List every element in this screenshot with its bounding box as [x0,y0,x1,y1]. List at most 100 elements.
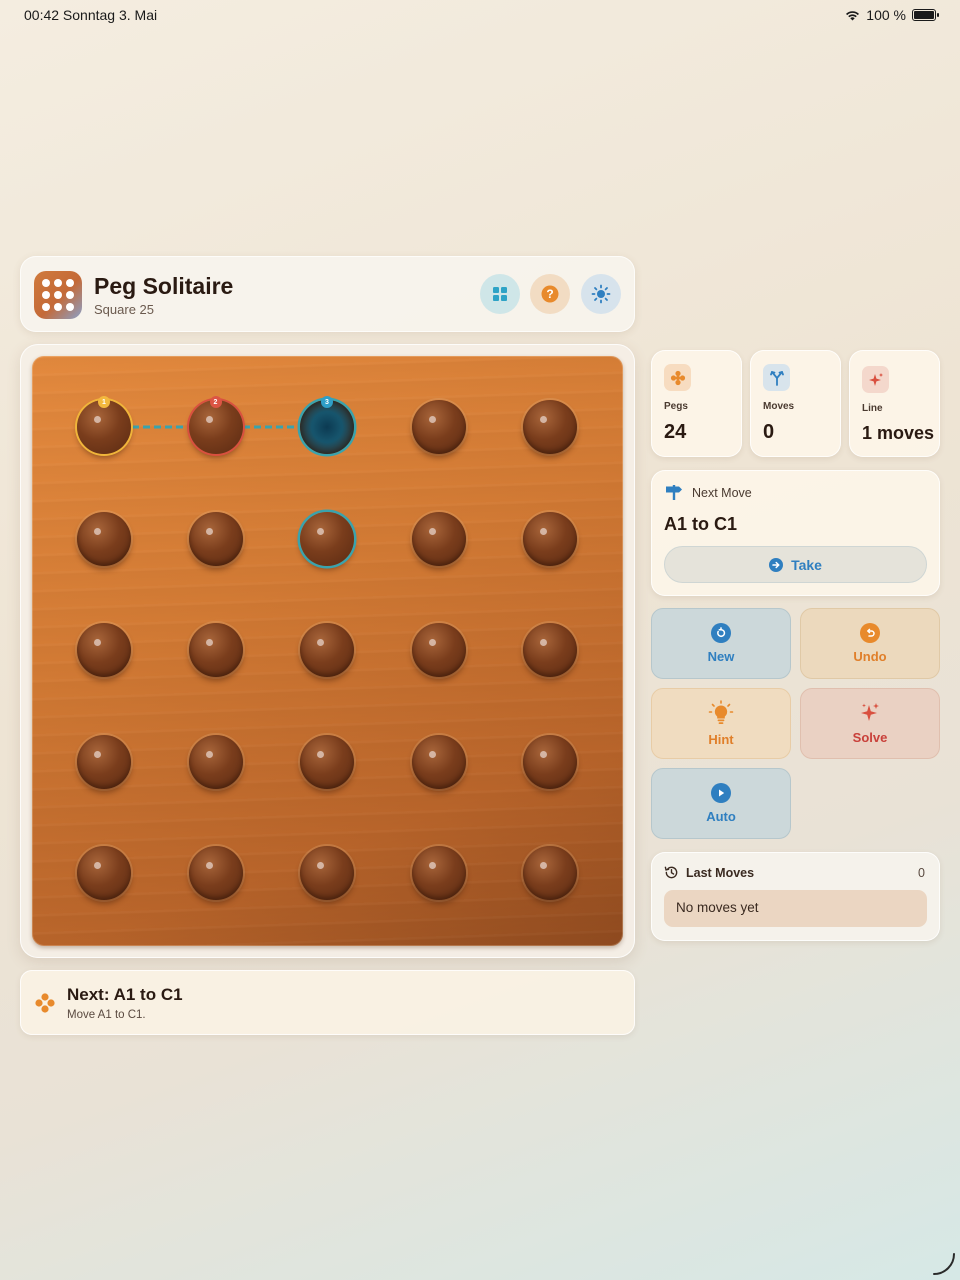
peg-shine [317,527,324,535]
peg-shine [94,862,101,869]
path-step-badge: 3 [321,396,333,408]
status-right: 100 % [845,7,939,23]
restart-icon [711,623,731,643]
peg-hole-r1c2[interactable]: 2 [188,396,243,454]
svg-text:?: ? [546,287,553,301]
grid-icon [493,287,507,301]
peg-hole-r2c4[interactable] [411,511,466,566]
peg-shine [317,639,324,646]
peg-shine [428,639,436,646]
game-board: 1 2 3 [32,356,623,946]
stat-value: 1 moves [862,423,935,443]
peg-shine [94,527,101,535]
stat-card-line: Line 1 moves [849,350,940,457]
peg-hole-r4c3[interactable] [300,734,354,789]
board-select-button[interactable] [480,274,520,314]
sparkles-icon [861,703,879,721]
peg-shine [317,862,324,869]
stat-card-moves: Moves 0 [750,350,841,457]
peg-shine [540,862,547,869]
peg-hole-r1c5[interactable] [523,400,577,454]
battery-percent: 100 % [866,7,906,23]
peg-hole-r5c1[interactable] [77,846,131,900]
solve-label: Solve [852,730,888,745]
help-button[interactable]: ? [530,274,570,314]
stat-label: Line [862,403,883,414]
stat-value: 0 [763,421,775,443]
last-moves-empty: No moves yet [664,890,927,927]
board-frame: 1 2 3 [20,344,635,958]
signpost-icon [666,485,682,500]
status-bar: 00:42 Sonntag 3. Mai 100 % [0,0,960,32]
peg-shine [428,750,436,758]
app-logo-icon [34,271,82,319]
peg-hole-r2c2[interactable] [188,511,243,566]
peg-shine [540,639,547,646]
peg-hole-r3c1[interactable] [77,623,131,677]
peg-hole-r5c5[interactable] [523,846,577,900]
peg-shine [205,527,213,535]
pegs-icon [664,364,691,391]
peg-shine [205,416,213,423]
peg-shine [94,416,101,423]
peg-shine [428,416,436,423]
next-hint-bar: Next: A1 to C1 Move A1 to C1. [20,970,635,1035]
peg-hole-r3c4[interactable] [411,623,466,677]
peg-hole-r2c3[interactable] [300,511,354,566]
peg-shine [428,527,436,535]
peg-shine [540,416,547,423]
peg-hole-r3c2[interactable] [188,623,243,677]
play-icon [711,783,731,803]
path-step-badge: 1 [98,396,110,408]
wifi-icon [846,11,860,21]
new-game-label: New [707,649,735,664]
stat-label: Pegs [664,401,688,412]
undo-label: Undo [853,649,887,664]
history-icon [664,866,678,879]
take-move-button[interactable]: Take [664,546,927,583]
pegs-cluster-icon [35,993,55,1013]
undo-icon [860,623,880,643]
peg-hole-r5c2[interactable] [188,846,243,900]
battery-icon [912,9,939,21]
peg-hole-r1c4[interactable] [411,400,466,454]
next-move-card: Next Move A1 to C1 Take [651,470,940,596]
hint-title: Next: A1 to C1 [67,985,183,1004]
peg-hole-r4c5[interactable] [523,734,577,789]
peg-shine [540,750,547,758]
peg-hole-r3c3[interactable] [300,623,354,677]
peg-hole-r5c4[interactable] [411,846,466,900]
solve-button[interactable]: Solve [800,688,940,759]
stat-card-pegs: Pegs 24 [651,350,742,457]
hint-subtitle: Move A1 to C1. [67,1009,146,1021]
next-move-value: A1 to C1 [664,514,738,534]
peg-shine [317,750,324,758]
next-move-label: Next Move [692,486,752,500]
brightness-icon [591,284,611,304]
branch-icon [763,364,790,391]
stat-label: Moves [763,401,795,412]
sparkle-icon [862,366,889,393]
peg-hole-r5c3[interactable] [300,846,354,900]
peg-shine [205,639,213,646]
peg-hole-r3c5[interactable] [523,623,577,677]
peg-hole-r2c1[interactable] [77,511,131,566]
page-title: Peg Solitaire [94,273,234,299]
help-icon: ? [541,285,559,303]
peg-hole-r2c5[interactable] [523,511,577,566]
theme-toggle-button[interactable] [581,274,621,314]
resize-handle-icon [933,1253,955,1275]
peg-shine [94,639,101,646]
new-game-button[interactable]: New [651,608,791,679]
arrow-right-circle-icon [769,557,784,572]
peg-hole-r4c4[interactable] [411,734,466,789]
auto-play-label: Auto [706,809,736,824]
peg-hole-r4c2[interactable] [188,734,243,789]
peg-hole-r1c3[interactable]: 3 [300,396,354,454]
peg-hole-r1c1[interactable]: 1 [77,396,131,454]
peg-hole-r4c1[interactable] [77,734,131,789]
auto-play-button[interactable]: Auto [651,768,791,839]
undo-button[interactable]: Undo [800,608,940,679]
hint-button[interactable]: Hint [651,688,791,759]
last-moves-card: Last Moves 0 No moves yet [651,852,940,941]
